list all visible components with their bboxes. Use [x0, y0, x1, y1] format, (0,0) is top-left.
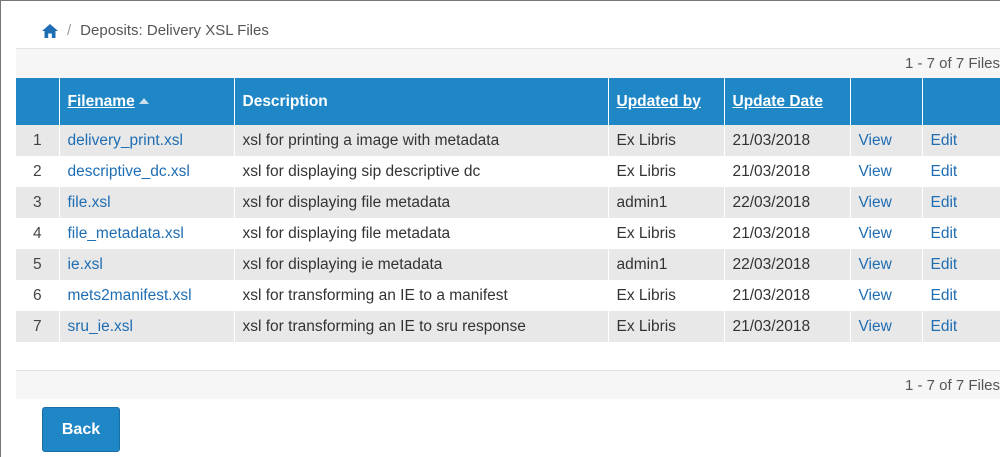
filename-link[interactable]: file_metadata.xsl: [59, 218, 235, 249]
filename-link[interactable]: delivery_print.xsl: [59, 125, 235, 156]
view-link[interactable]: View: [850, 311, 923, 342]
sort-updated-by-link[interactable]: Updated by: [617, 93, 701, 110]
view-link[interactable]: View: [850, 187, 923, 218]
edit-link[interactable]: Edit: [922, 249, 1000, 280]
table-row: 6 mets2manifest.xsl xsl for transforming a…: [16, 280, 1000, 311]
row-number: 1: [16, 125, 60, 156]
files-table: Filename Description Updated by Update D…: [16, 78, 1000, 342]
table-row: 2 descriptive_dc.xsl xsl for displaying si…: [16, 156, 1000, 187]
pager-top: 1 - 7 of 7 Files: [16, 49, 1000, 78]
edit-link[interactable]: Edit: [922, 280, 1000, 311]
view-link[interactable]: View: [850, 249, 923, 280]
row-update-date: 22/03/2018: [724, 249, 851, 280]
row-number: 2: [16, 156, 60, 187]
row-description: xsl for displaying sip descriptive dc: [234, 156, 609, 187]
filename-link[interactable]: sru_ie.xsl: [59, 311, 235, 342]
row-update-date: 21/03/2018: [724, 280, 851, 311]
pager-count: 1 - 7 of 7 Files: [904, 376, 1000, 394]
pager-bottom: 1 - 7 of 7 Files: [16, 370, 1000, 399]
row-description: xsl for displaying ie metadata: [234, 249, 609, 280]
row-update-date: 21/03/2018: [724, 125, 851, 156]
view-link[interactable]: View: [850, 125, 923, 156]
view-link[interactable]: View: [850, 280, 923, 311]
row-updated-by: Ex Libris: [608, 218, 725, 249]
header-index: [16, 78, 60, 125]
edit-link[interactable]: Edit: [922, 187, 1000, 218]
row-update-date: 21/03/2018: [724, 218, 851, 249]
row-updated-by: Ex Libris: [608, 280, 725, 311]
breadcrumb-title: Deposits: Delivery XSL Files: [80, 22, 269, 39]
row-number: 4: [16, 218, 60, 249]
filename-link[interactable]: ie.xsl: [59, 249, 235, 280]
edit-link[interactable]: Edit: [922, 156, 1000, 187]
table-row: 3 file.xsl xsl for displaying file metadat…: [16, 187, 1000, 218]
edit-link[interactable]: Edit: [922, 218, 1000, 249]
row-update-date: 22/03/2018: [724, 187, 851, 218]
row-description: xsl for displaying file metadata: [234, 187, 609, 218]
row-updated-by: admin1: [608, 249, 725, 280]
header-filename[interactable]: Filename: [59, 78, 235, 125]
row-update-date: 21/03/2018: [724, 156, 851, 187]
row-number: 7: [16, 311, 60, 342]
edit-link[interactable]: Edit: [922, 311, 1000, 342]
view-link[interactable]: View: [850, 218, 923, 249]
filename-link[interactable]: file.xsl: [59, 187, 235, 218]
header-update-date[interactable]: Update Date: [724, 78, 851, 125]
view-link[interactable]: View: [850, 156, 923, 187]
row-update-date: 21/03/2018: [724, 311, 851, 342]
header-view: [850, 78, 923, 125]
sort-update-date-link[interactable]: Update Date: [733, 93, 823, 110]
back-button[interactable]: Back: [42, 407, 120, 452]
header-edit: [922, 78, 1000, 125]
row-description: xsl for transforming an IE to a manifest: [234, 280, 609, 311]
row-updated-by: admin1: [608, 187, 725, 218]
edit-link[interactable]: Edit: [922, 125, 1000, 156]
row-description: xsl for transforming an IE to sru respon…: [234, 311, 609, 342]
table-row: 7 sru_ie.xsl xsl for transforming an IE to…: [16, 311, 1000, 342]
breadcrumb: / Deposits: Delivery XSL Files: [16, 13, 1000, 49]
filename-link[interactable]: mets2manifest.xsl: [59, 280, 235, 311]
table-row: 5 ie.xsl xsl for displaying ie metadata adm…: [16, 249, 1000, 280]
filename-link[interactable]: descriptive_dc.xsl: [59, 156, 235, 187]
row-updated-by: Ex Libris: [608, 125, 725, 156]
sort-filename-link[interactable]: Filename: [68, 93, 135, 110]
row-updated-by: Ex Libris: [608, 156, 725, 187]
row-number: 3: [16, 187, 60, 218]
table-row: 4 file_metadata.xsl xsl for displaying fil…: [16, 218, 1000, 249]
table-header-row: Filename Description Updated by Update D…: [16, 78, 1000, 125]
sort-ascending-icon: [138, 97, 149, 104]
header-updated-by[interactable]: Updated by: [608, 78, 725, 125]
row-description: xsl for printing a image with metadata: [234, 125, 609, 156]
breadcrumb-separator: /: [67, 22, 72, 39]
header-description: Description: [234, 78, 609, 125]
home-icon[interactable]: [41, 23, 59, 39]
table-row: 1 delivery_print.xsl xsl for printing a im…: [16, 125, 1000, 156]
row-number: 6: [16, 280, 60, 311]
row-updated-by: Ex Libris: [608, 311, 725, 342]
pager-count: 1 - 7 of 7 Files: [904, 55, 1000, 72]
row-description: xsl for displaying file metadata: [234, 218, 609, 249]
row-number: 5: [16, 249, 60, 280]
